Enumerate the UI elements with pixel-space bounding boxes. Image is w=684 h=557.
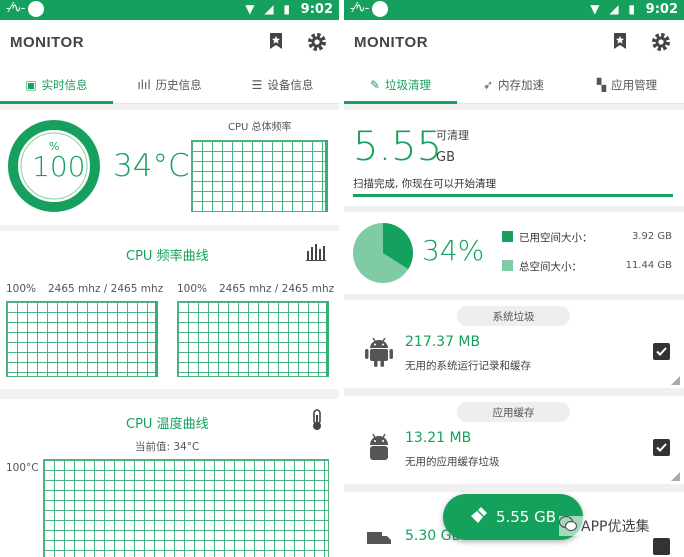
notification-dot-icon-right bbox=[372, 1, 388, 17]
overview-card: % 100 34°C CPU 总体频率 bbox=[0, 110, 339, 225]
system-junk-badge: 系统垃圾 bbox=[457, 306, 570, 326]
clean-size: 5.55 bbox=[353, 124, 443, 170]
temp-curve-card: CPU 温度曲线 当前值: 34°C 100°C bbox=[0, 399, 339, 557]
realtime-screen: -⁄∿- ▼ ◢ ▮ 9:02 MONITOR ▣ 实时信息 ılıl 历史信息… bbox=[0, 0, 339, 557]
app-logo-right: MONITOR bbox=[354, 34, 429, 51]
tab-junk-clean[interactable]: ✎ 垃圾清理 bbox=[344, 66, 457, 104]
settings-gear-icon[interactable] bbox=[306, 31, 328, 53]
freq-curve-card: CPU 频率曲线 100% 2465 mhz / 2465 mhz 100% 2… bbox=[0, 231, 339, 389]
temp-current: 当前值: 34°C bbox=[135, 441, 200, 453]
scan-status: 扫描完成, 你现在可以开始清理 bbox=[353, 178, 497, 190]
status-time: 9:02 bbox=[300, 2, 333, 17]
core-1-freq: 2465 mhz / 2465 mhz bbox=[48, 283, 164, 295]
app-cache-checkbox[interactable] bbox=[653, 439, 670, 456]
status-bar: -⁄∿- ▼ ◢ ▮ 9:02 bbox=[0, 0, 339, 20]
core-2-freq: 2465 mhz / 2465 mhz bbox=[219, 283, 335, 295]
storage-pie-chart bbox=[353, 223, 413, 283]
cpu-temperature: 34°C bbox=[113, 148, 190, 184]
tab-history[interactable]: ılıl 历史信息 bbox=[113, 66, 226, 104]
clean-caption: 可清理 bbox=[436, 129, 469, 142]
core-2-percent: 100% bbox=[177, 283, 208, 295]
gauge-value: 100 bbox=[32, 150, 86, 183]
core-1-percent: 100% bbox=[6, 283, 37, 295]
bar-chart-icon: ılıl bbox=[137, 78, 151, 92]
tab-memory-boost[interactable]: ➶ 内存加速 bbox=[457, 66, 570, 104]
temp-grid bbox=[43, 459, 329, 557]
app-bar: MONITOR bbox=[0, 20, 339, 66]
apk-files-checkbox[interactable] bbox=[653, 538, 670, 555]
status-bar-right: -⁄∿- ▼ ◢ ▮ 9:02 bbox=[344, 0, 684, 20]
chip-icon: ▣ bbox=[25, 78, 37, 92]
activity-icon: -⁄∿- bbox=[6, 1, 25, 16]
bars-icon bbox=[306, 243, 326, 265]
document-icon: ☰ bbox=[251, 78, 263, 92]
clean-unit: GB bbox=[436, 150, 455, 165]
thermometer-icon bbox=[310, 409, 324, 435]
tab-app-manage[interactable]: ▚ 应用管理 bbox=[570, 66, 684, 104]
bookmark-icon-right[interactable] bbox=[610, 31, 632, 53]
left-tab-bar: ▣ 实时信息 ılıl 历史信息 ☰ 设备信息 bbox=[0, 66, 339, 104]
expand-corner-icon-2[interactable] bbox=[671, 472, 680, 481]
storage-card: 34% 已用空间大小： 3.92 GB 总空间大小： 11.44 GB bbox=[344, 212, 684, 294]
rocket-icon: ➶ bbox=[482, 78, 494, 92]
temp-curve-title: CPU 温度曲线 bbox=[126, 417, 209, 432]
total-legend-swatch bbox=[502, 260, 513, 271]
right-tab-bar: ✎ 垃圾清理 ➶ 内存加速 ▚ 应用管理 bbox=[344, 66, 684, 104]
tab-history-label: 历史信息 bbox=[155, 78, 202, 92]
truck-icon bbox=[366, 530, 392, 554]
expand-corner-icon[interactable] bbox=[671, 376, 680, 385]
app-cache-desc: 无用的应用缓存垃圾 bbox=[405, 456, 500, 468]
tab-indicator bbox=[0, 101, 113, 104]
tab-device[interactable]: ☰ 设备信息 bbox=[226, 66, 339, 104]
app-logo: MONITOR bbox=[10, 34, 85, 51]
system-junk-checkbox[interactable] bbox=[653, 343, 670, 360]
settings-gear-icon-right[interactable] bbox=[650, 31, 672, 53]
used-legend-swatch bbox=[502, 231, 513, 242]
wechat-icon bbox=[558, 515, 578, 536]
android-icon bbox=[364, 336, 394, 372]
core-1-grid bbox=[6, 301, 158, 377]
freq-curve-title: CPU 频率曲线 bbox=[126, 249, 209, 264]
total-value: 11.44 GB bbox=[625, 260, 672, 271]
scan-progress-bar bbox=[353, 194, 673, 197]
temp-ymax: 100°C bbox=[6, 462, 39, 474]
clean-fab-label: 5.55 GB bbox=[495, 508, 557, 526]
cpu-freq-title: CPU 总体频率 bbox=[228, 122, 292, 133]
signal-battery-icons: ▼ ◢ ▮ bbox=[245, 2, 293, 16]
storage-percent: 34% bbox=[422, 234, 485, 267]
bookmark-icon[interactable] bbox=[266, 31, 288, 53]
cleaner-screen: -⁄∿- ▼ ◢ ▮ 9:02 MONITOR ✎ 垃圾清理 ➶ 内存加速 ▚ … bbox=[344, 0, 684, 557]
system-junk-desc: 无用的系统运行记录和缓存 bbox=[405, 360, 531, 372]
notification-dot-icon bbox=[28, 1, 44, 17]
cpu-freq-grid bbox=[191, 140, 328, 212]
watermark-text: APP优选集 bbox=[581, 519, 650, 535]
used-value: 3.92 GB bbox=[631, 231, 672, 242]
tab-indicator-right bbox=[344, 101, 457, 104]
app-cache-size: 13.21 MB bbox=[405, 430, 472, 446]
tab-junk-clean-label: 垃圾清理 bbox=[385, 78, 432, 92]
app-bar-right: MONITOR bbox=[344, 20, 684, 66]
clean-summary-card: 5.55 可清理 GB 扫描完成, 你现在可以开始清理 bbox=[344, 110, 684, 206]
tab-app-manage-label: 应用管理 bbox=[611, 78, 658, 92]
system-junk-section: 系统垃圾 217.37 MB 无用的系统运行记录和缓存 bbox=[344, 300, 684, 388]
used-label: 已用空间大小： bbox=[519, 232, 593, 244]
activity-icon-right: -⁄∿- bbox=[350, 1, 369, 16]
signal-battery-icons-right: ▼ ◢ ▮ bbox=[590, 2, 638, 16]
tab-memory-boost-label: 内存加速 bbox=[498, 78, 545, 92]
tab-realtime-label: 实时信息 bbox=[41, 78, 88, 92]
tab-device-label: 设备信息 bbox=[267, 78, 314, 92]
broom-icon-fab bbox=[470, 506, 488, 528]
status-time-right: 9:02 bbox=[645, 2, 678, 17]
tab-realtime[interactable]: ▣ 实时信息 bbox=[0, 66, 113, 104]
app-cache-section: 应用缓存 13.21 MB 无用的应用缓存垃圾 bbox=[344, 396, 684, 484]
apps-grid-icon: ▚ bbox=[596, 78, 607, 92]
total-label: 总空间大小： bbox=[519, 261, 582, 273]
system-junk-size: 217.37 MB bbox=[405, 334, 481, 350]
app-cache-badge: 应用缓存 bbox=[457, 402, 570, 422]
watermark: APP优选集 bbox=[558, 515, 650, 536]
core-2-grid bbox=[177, 301, 329, 377]
broom-icon: ✎ bbox=[369, 78, 381, 92]
android-robot-icon bbox=[366, 432, 392, 468]
